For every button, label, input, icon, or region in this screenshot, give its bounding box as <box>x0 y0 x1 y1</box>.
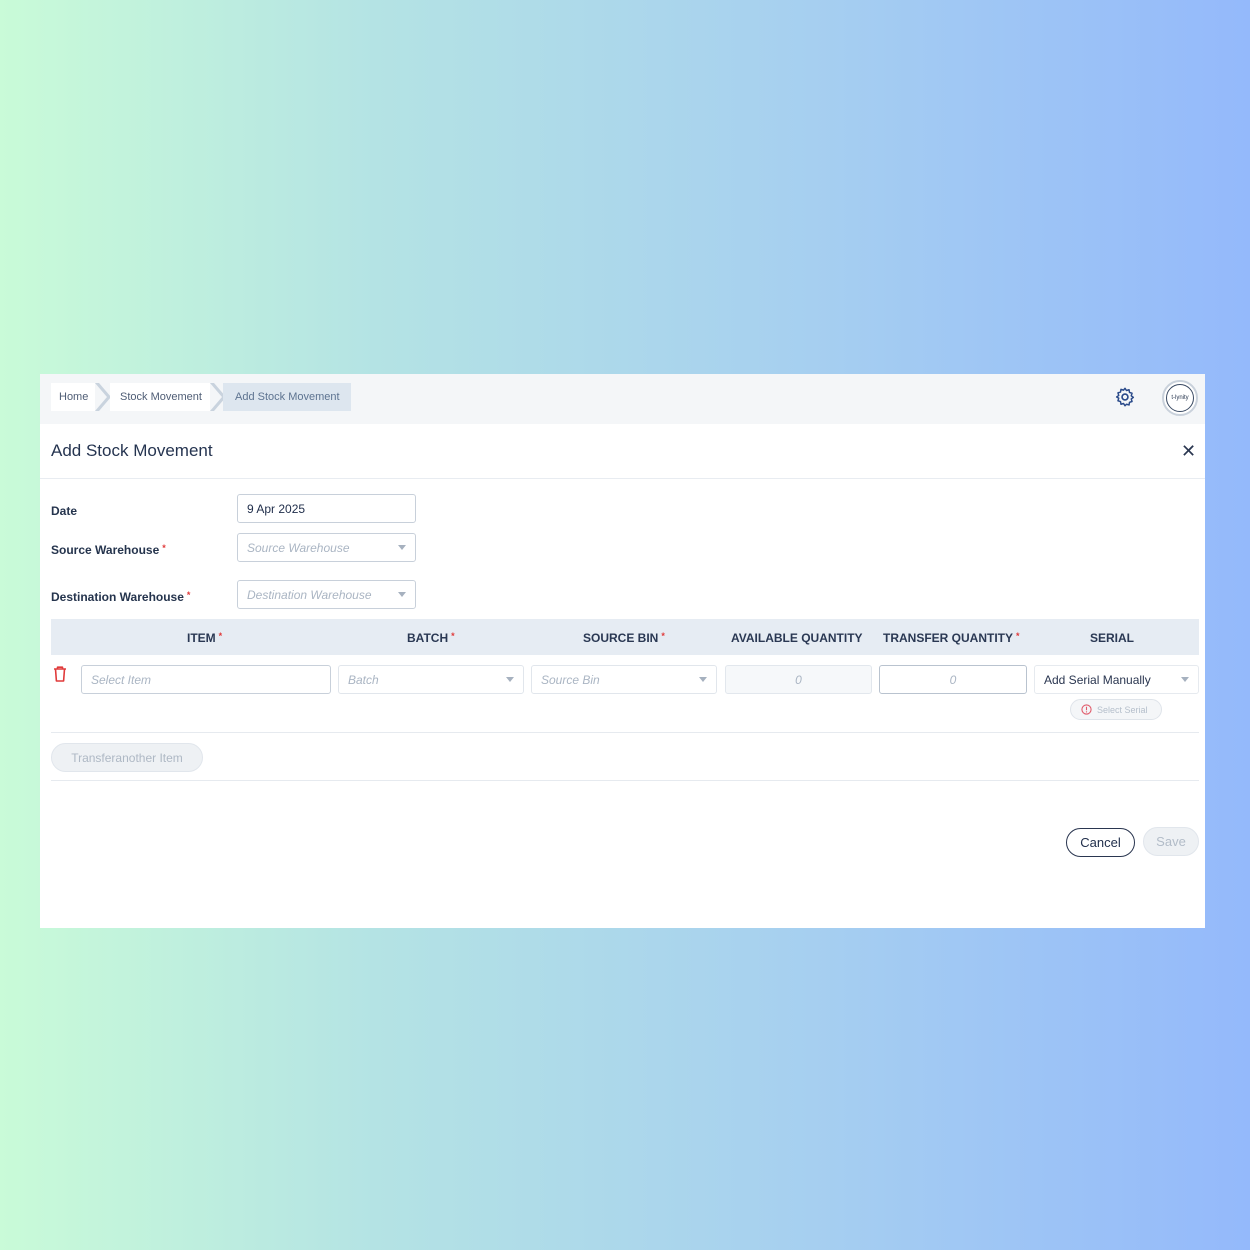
serial-select[interactable]: Add Serial Manually <box>1034 665 1199 694</box>
divider <box>40 478 1205 479</box>
required-mark: * <box>162 543 166 553</box>
breadcrumb-stock-movement[interactable]: Stock Movement <box>110 383 210 411</box>
batch-select[interactable]: Batch <box>338 665 524 694</box>
source-bin-placeholder: Source Bin <box>541 672 600 687</box>
stock-movement-app: Home Stock Movement Add Stock Movement t… <box>40 374 1205 928</box>
serial-value: Add Serial Manually <box>1044 672 1151 687</box>
required-mark: * <box>661 631 665 641</box>
column-source-bin-label: SOURCE BIN <box>583 631 659 645</box>
chevron-down-icon <box>398 592 406 597</box>
top-bar: Home Stock Movement Add Stock Movement t… <box>40 374 1205 424</box>
transfer-another-item-button[interactable]: Transferanother Item <box>51 743 203 772</box>
required-mark: * <box>218 631 223 641</box>
chevron-down-icon <box>398 545 406 550</box>
date-label-text: Date <box>51 504 78 518</box>
destination-warehouse-placeholder: Destination Warehouse <box>247 587 372 602</box>
breadcrumb-add-stock-movement: Add Stock Movement <box>223 383 351 411</box>
source-warehouse-label-text: Source Warehouse <box>51 543 160 557</box>
column-item: ITEM * <box>187 631 222 645</box>
select-serial-label: Select Serial <box>1097 704 1148 715</box>
cancel-button[interactable]: Cancel <box>1066 828 1135 857</box>
avatar-logo: t-lynity <box>1166 384 1194 412</box>
required-mark: * <box>1016 631 1020 641</box>
breadcrumb-separator-icon <box>95 383 111 411</box>
divider <box>51 780 1199 781</box>
trash-icon[interactable] <box>52 665 68 683</box>
item-select[interactable]: Select Item <box>81 665 331 694</box>
gear-icon[interactable] <box>1114 386 1136 408</box>
date-field[interactable]: 9 Apr 2025 <box>237 494 416 523</box>
column-source-bin: SOURCE BIN * <box>583 631 665 645</box>
chevron-down-icon <box>506 677 514 682</box>
transfer-quantity-input[interactable]: 0 <box>879 665 1027 694</box>
available-quantity-value: 0 <box>795 672 802 687</box>
select-serial-button[interactable]: Select Serial <box>1070 699 1162 720</box>
source-warehouse-select[interactable]: Source Warehouse <box>237 533 416 562</box>
column-available-quantity: AVAILABLE QUANTITY <box>731 631 863 645</box>
column-batch-label: BATCH <box>407 631 449 645</box>
avatar[interactable]: t-lynity <box>1162 380 1198 416</box>
batch-placeholder: Batch <box>348 672 379 687</box>
required-mark: * <box>451 631 455 641</box>
close-icon[interactable]: ✕ <box>1181 441 1197 461</box>
transfer-another-item-label: Transferanother Item <box>71 750 183 765</box>
date-value: 9 Apr 2025 <box>247 501 306 516</box>
source-bin-select[interactable]: Source Bin <box>531 665 717 694</box>
breadcrumb-stock-movement-label: Stock Movement <box>120 391 202 403</box>
column-transfer-quantity-label: TRANSFER QUANTITY <box>883 631 1013 645</box>
date-label: Date <box>51 504 77 518</box>
required-mark: * <box>186 590 191 600</box>
divider <box>51 732 1199 733</box>
column-available-quantity-label: AVAILABLE QUANTITY <box>731 631 863 645</box>
save-button[interactable]: Save <box>1143 827 1199 856</box>
breadcrumb-current-label: Add Stock Movement <box>235 391 340 403</box>
page-title: Add Stock Movement <box>51 441 213 460</box>
available-quantity-field: 0 <box>725 665 872 694</box>
breadcrumb-home[interactable]: Home <box>51 383 95 411</box>
cancel-label: Cancel <box>1080 835 1121 850</box>
source-warehouse-label: Source Warehouse * <box>51 543 166 557</box>
column-serial: SERIAL <box>1090 631 1134 645</box>
save-label: Save <box>1156 834 1186 849</box>
destination-warehouse-select[interactable]: Destination Warehouse <box>237 580 416 609</box>
error-circle-icon <box>1081 704 1092 715</box>
chevron-down-icon <box>699 677 707 682</box>
chevron-down-icon <box>1181 677 1189 682</box>
item-placeholder: Select Item <box>91 672 152 687</box>
transfer-quantity-placeholder: 0 <box>949 672 957 687</box>
items-table-header: ITEM * BATCH * SOURCE BIN * AVAILABLE QUANT… <box>51 619 1199 655</box>
column-batch: BATCH * <box>407 631 455 645</box>
column-item-label: ITEM <box>187 631 216 645</box>
destination-warehouse-label: Destination Warehouse * <box>51 590 190 604</box>
column-transfer-quantity: TRANSFER QUANTITY * <box>883 631 1020 645</box>
breadcrumb-home-label: Home <box>59 391 89 403</box>
destination-warehouse-label-text: Destination Warehouse <box>51 590 184 604</box>
source-warehouse-placeholder: Source Warehouse <box>247 540 350 555</box>
column-serial-label: SERIAL <box>1090 631 1135 645</box>
